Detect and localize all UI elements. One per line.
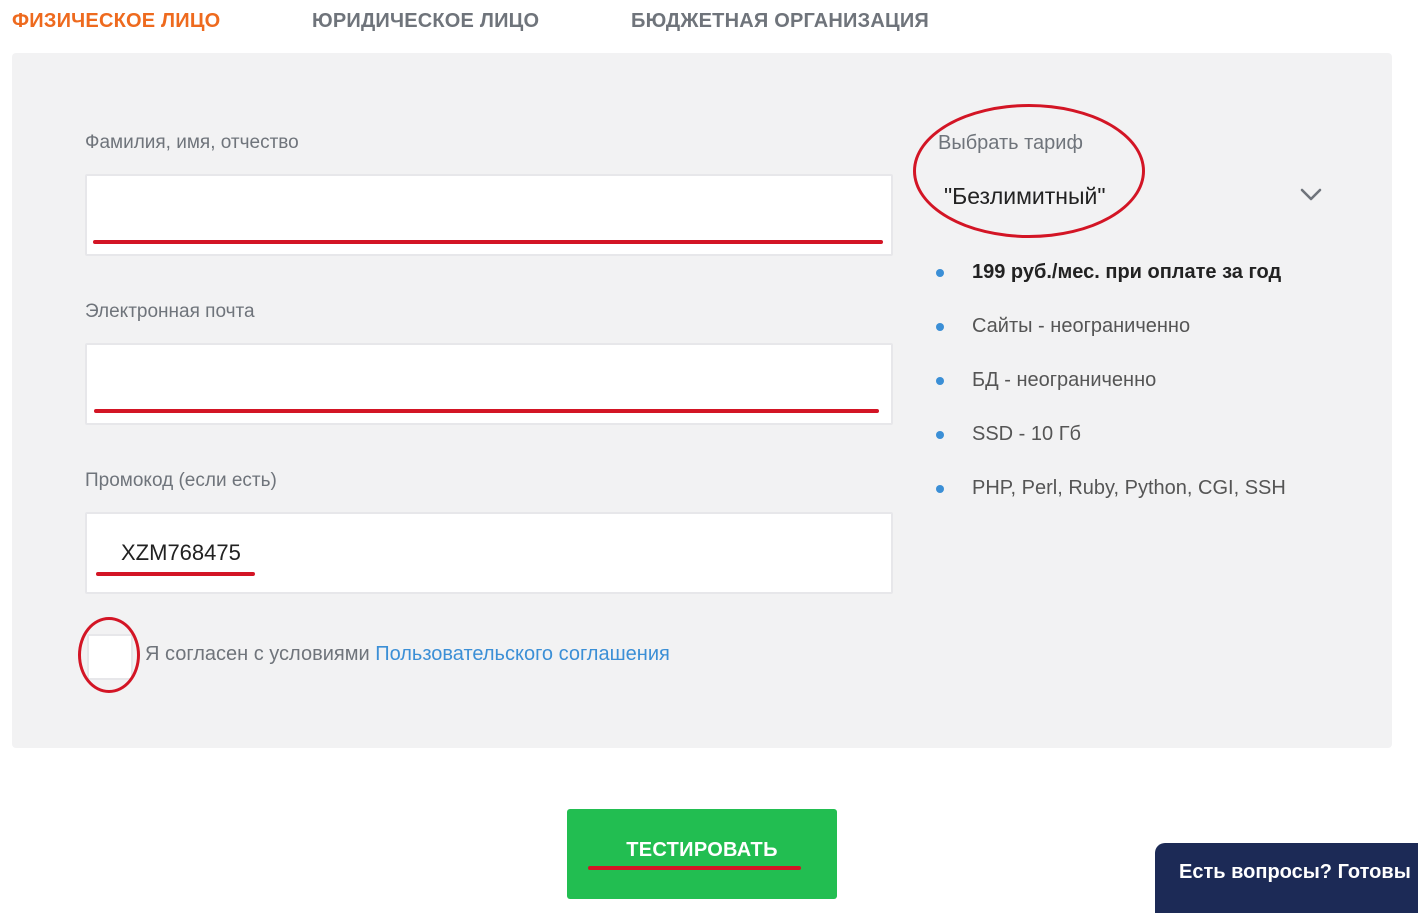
- order-form-card: Фамилия, имя, отчество Электронная почта…: [12, 53, 1392, 748]
- promo-label: Промокод (если есть): [85, 470, 277, 491]
- tab-legal-entity[interactable]: ЮРИДИЧЕСКОЕ ЛИЦО: [312, 10, 539, 33]
- chevron-down-icon[interactable]: [1297, 181, 1325, 209]
- agree-text: Я согласен с условиями Пользовательского…: [145, 643, 670, 666]
- annotation-underline-email: [94, 409, 879, 413]
- bullet-icon: [936, 485, 944, 493]
- annotation-underline-button: [588, 866, 801, 870]
- bullet-icon: [936, 269, 944, 277]
- tab-budget-organization[interactable]: БЮДЖЕТНАЯ ОРГАНИЗАЦИЯ: [631, 10, 929, 33]
- annotation-circle-checkbox: [78, 617, 140, 693]
- annotation-underline-name: [93, 240, 883, 244]
- tariff-features: 199 руб./мес. при оплате за год Сайты - …: [936, 257, 1286, 527]
- bullet-icon: [936, 431, 944, 439]
- test-button[interactable]: ТЕСТИРОВАТЬ: [567, 809, 837, 899]
- annotation-underline-promo: [96, 572, 255, 576]
- bullet-icon: [936, 377, 944, 385]
- promo-field: [85, 512, 893, 594]
- chat-label: Есть вопросы? Готовы: [1179, 861, 1411, 883]
- full-name-label: Фамилия, имя, отчество: [85, 132, 299, 153]
- feature-text: SSD - 10 Гб: [972, 423, 1081, 445]
- bullet-icon: [936, 323, 944, 331]
- promo-input[interactable]: [87, 514, 891, 592]
- chat-widget[interactable]: Есть вопросы? Готовы: [1155, 843, 1418, 913]
- list-item: Сайты - неограниченно: [936, 311, 1286, 365]
- feature-text: Сайты - неограниченно: [972, 315, 1191, 337]
- feature-text: 199 руб./мес. при оплате за год: [972, 261, 1282, 283]
- feature-text: БД - неограниченно: [972, 369, 1157, 391]
- list-item: PHP, Perl, Ruby, Python, CGI, SSH: [936, 473, 1286, 527]
- agree-label: Я согласен с условиями: [145, 643, 370, 665]
- list-item: SSD - 10 Гб: [936, 419, 1286, 473]
- email-label: Электронная почта: [85, 301, 255, 322]
- list-item: БД - неограниченно: [936, 365, 1286, 419]
- feature-text: PHP, Perl, Ruby, Python, CGI, SSH: [972, 477, 1286, 499]
- annotation-circle-tariff: [913, 104, 1145, 238]
- test-button-label: ТЕСТИРОВАТЬ: [626, 839, 778, 861]
- tab-individual[interactable]: ФИЗИЧЕСКОЕ ЛИЦО: [12, 10, 220, 33]
- user-agreement-link[interactable]: Пользовательского соглашения: [375, 643, 670, 665]
- list-item: 199 руб./мес. при оплате за год: [936, 257, 1286, 311]
